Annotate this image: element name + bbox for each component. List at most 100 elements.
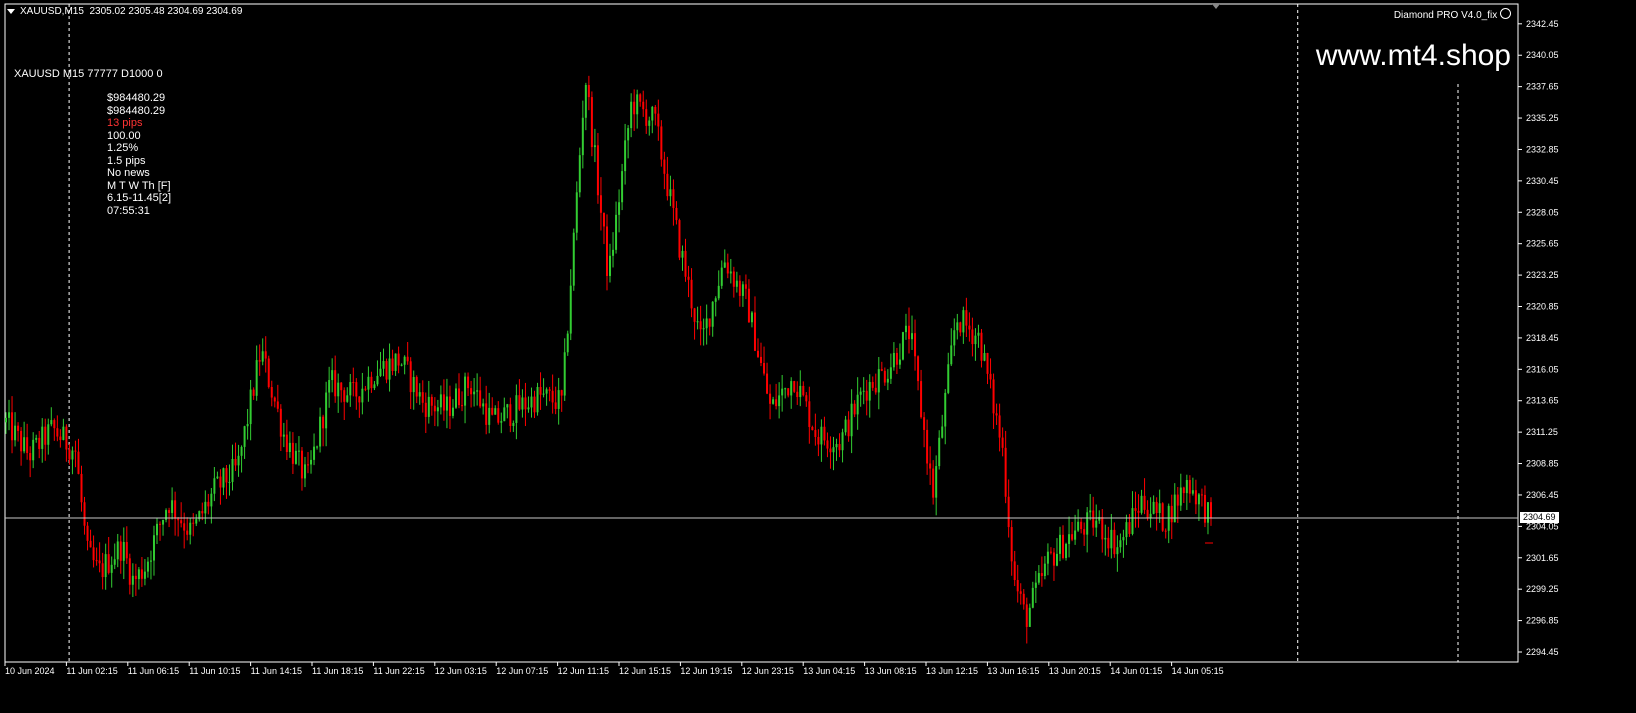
info-panel-line: 1.5 pips	[107, 154, 146, 167]
candle-body	[470, 388, 473, 395]
y-tick-label: 2335.25	[1526, 113, 1559, 123]
candle-body	[119, 541, 122, 561]
candle-body	[80, 473, 83, 503]
candle-body	[1049, 551, 1052, 553]
candle-body	[83, 502, 86, 526]
candle-body	[237, 455, 240, 466]
candle-body	[1116, 547, 1119, 555]
smiley-icon	[1500, 8, 1511, 19]
candle-body	[817, 436, 820, 445]
candle-body	[630, 101, 633, 129]
candle-body	[1040, 573, 1043, 577]
candle-body	[44, 426, 47, 445]
candle-body	[1134, 508, 1137, 511]
candle-body	[959, 322, 962, 333]
chart-header: XAUUSD,M15 2305.02 2305.48 2304.69 2304.…	[20, 6, 242, 17]
candle-body	[717, 285, 720, 299]
candle-body	[995, 413, 998, 416]
candle-body	[461, 405, 464, 407]
candle-body	[684, 250, 687, 277]
candle-body	[917, 356, 920, 382]
candle-body	[436, 407, 439, 412]
candle-body	[989, 373, 992, 380]
candle-body	[219, 476, 222, 488]
candle-body	[258, 360, 261, 362]
candle-body	[464, 376, 467, 406]
candle-body	[11, 412, 14, 441]
y-tick-label: 2299.25	[1526, 584, 1559, 594]
y-tick-label: 2313.65	[1526, 396, 1559, 406]
candle-body	[1083, 529, 1086, 535]
candle-body	[956, 322, 959, 331]
candle-body	[300, 450, 303, 479]
candle-body	[110, 564, 113, 573]
candle-body	[1074, 530, 1077, 540]
candle-body	[476, 390, 479, 392]
candle-body	[71, 450, 74, 460]
candle-body	[883, 370, 886, 383]
x-tick-label: 12 Jun 03:15	[435, 666, 487, 676]
candle-body	[497, 408, 500, 423]
candle-body	[838, 444, 841, 451]
candle-body	[793, 381, 796, 392]
candle-body	[1128, 522, 1131, 534]
candle-body	[479, 390, 482, 407]
x-tick-label: 11 Jun 02:15	[66, 666, 117, 676]
candle-body	[536, 387, 539, 413]
candle-body	[225, 468, 228, 483]
candle-body	[530, 396, 533, 408]
candle-body	[159, 523, 162, 525]
y-tick-label: 2308.85	[1526, 459, 1559, 469]
candle-body	[104, 554, 107, 578]
candle-body	[361, 388, 364, 403]
candle-body	[491, 407, 494, 415]
candle-body	[116, 541, 119, 560]
candle-body	[261, 351, 264, 362]
candle-body	[569, 285, 572, 334]
candle-body	[26, 437, 29, 454]
candle-body	[1131, 508, 1134, 534]
candle-body	[1016, 580, 1019, 592]
candle-body	[699, 321, 702, 330]
symbol-dropdown-icon[interactable]	[7, 9, 15, 14]
candle-body	[1137, 510, 1140, 513]
candle-body	[23, 437, 26, 452]
candle-body	[1022, 593, 1025, 605]
candle-body	[799, 385, 802, 398]
candle-body	[77, 451, 80, 474]
candle-body	[473, 391, 476, 395]
candle-body	[784, 388, 787, 390]
candle-body	[823, 426, 826, 441]
candle-body	[542, 393, 545, 395]
candle-body	[137, 569, 140, 580]
candle-body	[554, 402, 557, 409]
candle-body	[140, 569, 143, 579]
candle-body	[729, 271, 732, 274]
candle-body	[763, 363, 766, 374]
candle-body	[747, 288, 750, 323]
candle-body	[454, 388, 457, 408]
candle-body	[1031, 587, 1034, 608]
y-tick-label: 2325.65	[1526, 239, 1559, 249]
candle-body	[56, 428, 59, 437]
candle-body	[47, 424, 50, 445]
candle-body	[494, 408, 497, 415]
x-tick-label: 12 Jun 11:15	[558, 666, 609, 676]
candle-body	[714, 298, 717, 302]
candle-body	[1046, 551, 1049, 564]
indicator-name: Diamond PRO V4.0_fix	[1393, 10, 1498, 21]
candle-body	[560, 390, 563, 396]
candle-body	[349, 382, 352, 396]
candle-body	[1089, 510, 1092, 513]
y-tick-label: 2294.45	[1526, 647, 1559, 657]
x-tick-label: 12 Jun 23:15	[742, 666, 794, 676]
price-chart[interactable]: 2342.45 2340.05 2337.65 2335.25 2332.85 2330.…	[0, 0, 1636, 713]
candle-body	[421, 392, 424, 403]
candle-body	[8, 412, 11, 418]
candle-body	[385, 361, 388, 380]
candle-body	[1179, 487, 1182, 506]
candle-body	[14, 425, 17, 441]
candle-body	[563, 352, 566, 396]
x-tick-label: 11 Jun 22:15	[373, 666, 424, 676]
candle-body	[273, 397, 276, 402]
